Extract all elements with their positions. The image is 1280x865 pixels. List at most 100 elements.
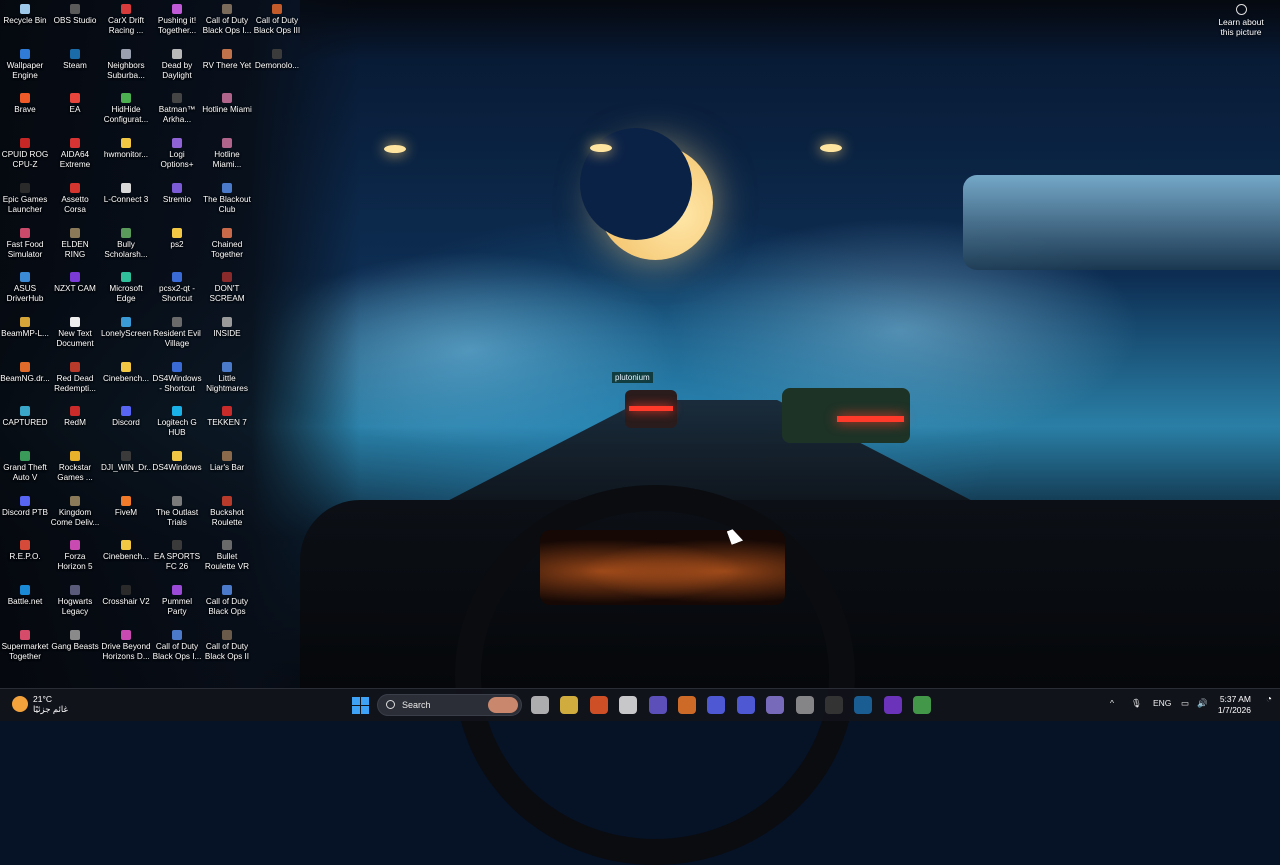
desktop-icon[interactable]: Logitech G HUB <box>152 406 202 450</box>
desktop-icon[interactable]: CPUID ROG CPU-Z <box>0 138 50 182</box>
desktop-icon[interactable]: Kingdom Come Deliv... <box>50 495 100 540</box>
desktop-icon[interactable]: Hotline Miami... <box>202 138 252 182</box>
desktop-icon[interactable]: Assetto Corsa <box>50 182 100 227</box>
desktop-icon[interactable]: RedM <box>50 406 100 450</box>
weather-widget[interactable]: 21°C غائم جزئيًا <box>12 694 68 714</box>
desktop-icon[interactable]: Discord <box>101 406 151 450</box>
desktop-icon[interactable]: Chained Together <box>202 227 252 272</box>
desktop-icon[interactable]: EA <box>50 93 100 137</box>
tray-overflow-chevron-icon[interactable]: ^ <box>1110 698 1114 708</box>
desktop-icon[interactable]: Liar's Bar <box>202 451 252 495</box>
desktop-icon[interactable]: Brave <box>0 93 50 137</box>
desktop-icon[interactable]: Hotline Miami <box>202 93 252 137</box>
brave-icon[interactable] <box>589 696 608 714</box>
chrome-icon[interactable] <box>619 696 638 714</box>
desktop-icon[interactable]: INSIDE <box>202 316 252 361</box>
desktop-icon[interactable]: ps2 <box>152 227 202 272</box>
desktop-icon[interactable]: DS4Windows <box>152 451 202 495</box>
desktop-icon[interactable]: Bully Scholarsh... <box>101 227 151 272</box>
desktop-icon[interactable]: Crosshair V2 <box>101 585 151 629</box>
desktop-icon[interactable]: Little Nightmares <box>202 361 252 406</box>
desktop-icon[interactable]: Fast Food Simulator <box>0 227 50 272</box>
desktop-icon[interactable]: Call of Duty Black Ops <box>202 585 252 629</box>
desktop-icon[interactable]: hwmonitor... <box>101 138 151 182</box>
teams-icon[interactable] <box>648 696 667 714</box>
desktop-icon[interactable]: Supermarket Together <box>0 629 50 674</box>
desktop-icon[interactable]: HidHide Configurat... <box>101 93 151 137</box>
desktop-icon[interactable]: Hogwarts Legacy <box>50 585 100 629</box>
learn-about-picture-button[interactable]: Learn about this picture <box>1212 4 1270 37</box>
desktop-icon[interactable]: Grand Theft Auto V <box>0 451 50 495</box>
desktop-icon[interactable]: Wallpaper Engine <box>0 48 50 93</box>
desktop-icon[interactable]: L-Connect 3 <box>101 182 151 227</box>
desktop-icon[interactable]: New Text Document <box>50 316 100 361</box>
desktop-icon[interactable]: Rockstar Games ... <box>50 451 100 495</box>
desktop-icon[interactable]: Call of Duty Black Ops I... <box>202 4 252 48</box>
desktop-icon[interactable]: Stremio <box>152 182 202 227</box>
task-view-icon[interactable] <box>531 696 549 714</box>
desktop-icon[interactable]: Cinebench... <box>101 540 151 584</box>
desktop-icon[interactable]: Forza Horizon 5 <box>50 540 100 584</box>
steam-icon[interactable] <box>854 696 873 714</box>
taskbar-clock[interactable]: 5:37 AM 1/7/2026 <box>1215 694 1251 716</box>
desktop-icon[interactable]: ASUS DriverHub <box>0 272 50 316</box>
desktop-icon[interactable]: Neighbors Suburba... <box>101 48 151 93</box>
desktop-icon[interactable]: The Outlast Trials <box>152 495 202 540</box>
desktop-icon[interactable]: CarX Drift Racing ... <box>101 4 151 48</box>
desktop-icon[interactable]: FiveM <box>101 495 151 540</box>
desktop-icon[interactable]: Recycle Bin <box>0 4 50 48</box>
desktop-icon[interactable]: Discord PTB <box>0 495 50 540</box>
discord-ptb-icon[interactable] <box>736 696 755 714</box>
desktop-icon[interactable]: Call of Duty Black Ops III <box>252 4 302 48</box>
desktop-icon[interactable]: Pushing it! Together... <box>152 4 202 48</box>
discord-icon[interactable] <box>707 696 726 714</box>
file-explorer-icon[interactable] <box>560 696 579 714</box>
desktop-icon[interactable]: DS4Windows - Shortcut <box>152 361 202 406</box>
desktop-icon[interactable]: Epic Games Launcher <box>0 182 50 227</box>
app-icon[interactable] <box>678 696 696 714</box>
desktop-icon[interactable]: R.E.P.O. <box>0 540 50 584</box>
volume-icon[interactable]: 🔊 <box>1197 698 1208 709</box>
network-icon[interactable]: ▭ <box>1181 698 1189 709</box>
start-button[interactable] <box>351 696 369 714</box>
desktop-icon[interactable]: Drive Beyond Horizons D... <box>101 629 151 674</box>
desktop-icon[interactable]: Buckshot Roulette <box>202 495 252 540</box>
nzxt-icon[interactable] <box>883 696 902 714</box>
terminal-icon[interactable] <box>825 696 843 714</box>
desktop-icon[interactable]: pcsx2-qt - Shortcut <box>152 272 202 316</box>
desktop-icon[interactable]: Battle.net <box>0 585 50 629</box>
desktop-icon[interactable]: Call of Duty Black Ops I... <box>152 629 202 674</box>
taskbar-search-box[interactable]: Search <box>377 694 522 716</box>
desktop-icon[interactable]: Red Dead Redempti... <box>50 361 100 406</box>
controller-icon[interactable] <box>766 696 785 714</box>
desktop-icon[interactable]: Batman™ Arkha... <box>152 93 202 137</box>
desktop-icon[interactable]: Dead by Daylight <box>152 48 202 93</box>
desktop-icon[interactable]: Resident Evil Village <box>152 316 202 361</box>
desktop-icon[interactable]: DON'T SCREAM <box>202 272 252 316</box>
desktop-icon[interactable]: OBS Studio <box>50 4 100 48</box>
notification-bell-icon[interactable]: ◔ <box>1266 694 1272 705</box>
desktop-icon[interactable]: AIDA64 Extreme <box>50 138 100 182</box>
settings-icon[interactable] <box>795 696 814 714</box>
microphone-icon[interactable]: 🎙 <box>1131 698 1142 709</box>
desktop-icon[interactable]: Demonolo... <box>252 48 302 93</box>
desktop-icon[interactable]: Cinebench... <box>101 361 151 406</box>
desktop-icon[interactable]: BeamNG.dr... <box>0 361 50 406</box>
desktop-icon[interactable]: Bullet Roulette VR <box>202 540 252 584</box>
desktop-icon[interactable]: DJI_WIN_Dr... <box>101 451 151 495</box>
language-indicator[interactable]: ENG <box>1153 698 1171 708</box>
desktop-icon[interactable]: Microsoft Edge <box>101 272 151 316</box>
desktop-icon[interactable]: Logi Options+ <box>152 138 202 182</box>
desktop-icon[interactable]: TEKKEN 7 <box>202 406 252 450</box>
desktop-icon[interactable]: CAPTURED <box>0 406 50 450</box>
desktop-icon[interactable]: NZXT CAM <box>50 272 100 316</box>
desktop-icon[interactable]: RV There Yet <box>202 48 252 93</box>
desktop-icon[interactable]: ELDEN RING <box>50 227 100 272</box>
desktop-icon[interactable]: Gang Beasts <box>50 629 100 674</box>
desktop-icon[interactable]: Call of Duty Black Ops II <box>202 629 252 674</box>
desktop-icon[interactable]: LonelyScreen <box>101 316 151 361</box>
desktop-icon[interactable]: Pummel Party <box>152 585 202 629</box>
desktop-icon[interactable]: Steam <box>50 48 100 93</box>
xbox-icon[interactable] <box>913 696 932 714</box>
desktop-icon[interactable]: The Blackout Club <box>202 182 252 227</box>
